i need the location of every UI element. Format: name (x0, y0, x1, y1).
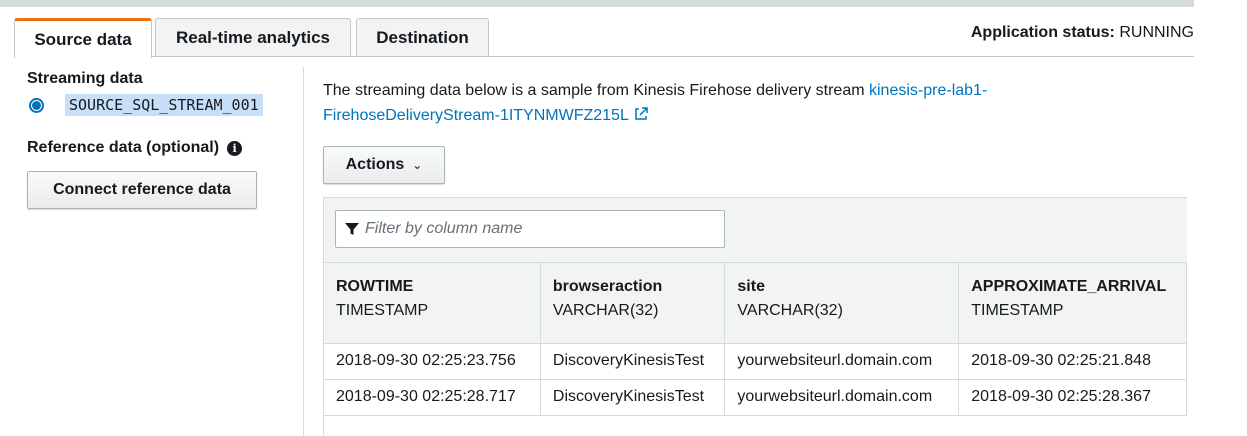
table-cell: 2018-09-30 02:25:21.848 (958, 343, 1187, 380)
reference-data-row: Reference data (optional) i (27, 139, 297, 157)
table-cell: yourwebsiteurl.domain.com (724, 379, 960, 416)
description-text: The streaming data below is a sample fro… (323, 82, 869, 99)
data-table: ROWTIME TIMESTAMP browseraction VARCHAR(32… (324, 263, 1187, 416)
application-status-label: Application status: (970, 24, 1115, 41)
column-header[interactable]: APPROXIMATE_ARRIVAL TIMESTAMP (958, 263, 1187, 344)
stream-description: The streaming data below is a sample fro… (323, 78, 1143, 128)
table-cell: 2018-09-30 02:25:28.367 (958, 379, 1187, 416)
application-status: Application status: RUNNING (971, 24, 1194, 42)
table-cell: DiscoveryKinesisTest (540, 379, 726, 416)
streaming-data-title: Streaming data (27, 70, 143, 87)
table-cell: 2018-09-30 02:25:28.717 (324, 379, 541, 416)
actions-button[interactable]: Actions ⌄ (323, 146, 445, 184)
stream-radio[interactable] (29, 97, 44, 113)
table-row: 2018-09-30 02:25:23.756 DiscoveryKinesis… (324, 343, 1187, 380)
left-panel: Streaming data SOURCE_SQL_STREAM_001 Ref… (27, 70, 297, 209)
chevron-down-icon: ⌄ (412, 158, 423, 172)
filter-icon (345, 223, 359, 235)
reference-data-title: Reference data (optional) (27, 139, 220, 156)
filter-input[interactable]: Filter by column name (335, 210, 725, 248)
application-status-value: RUNNING (1119, 24, 1194, 41)
top-bar (0, 0, 1194, 7)
actions-label: Actions (345, 156, 405, 173)
stream-name: SOURCE_SQL_STREAM_001 (65, 94, 263, 116)
column-header[interactable]: browseraction VARCHAR(32) (540, 263, 726, 344)
tab-source-data[interactable]: Source data (14, 18, 152, 58)
table-cell: DiscoveryKinesisTest (540, 343, 726, 380)
table-cell: yourwebsiteurl.domain.com (724, 343, 960, 380)
info-icon[interactable]: i (227, 140, 243, 156)
external-link-icon[interactable] (633, 106, 649, 122)
data-table-container: Filter by column name ROWTIME TIMESTAMP b… (323, 197, 1187, 436)
tab-divider (14, 56, 1194, 57)
filter-bar: Filter by column name (324, 198, 1187, 263)
tab-real-time-analytics[interactable]: Real-time analytics (155, 18, 351, 57)
column-header[interactable]: site VARCHAR(32) (724, 263, 960, 344)
panel-divider (303, 67, 304, 436)
tab-destination[interactable]: Destination (356, 18, 489, 57)
stream-option[interactable]: SOURCE_SQL_STREAM_001 (27, 94, 297, 116)
filter-placeholder: Filter by column name (365, 220, 523, 237)
connect-reference-data-button[interactable]: Connect reference data (27, 171, 257, 209)
table-cell: 2018-09-30 02:25:23.756 (324, 343, 541, 380)
table-row: 2018-09-30 02:25:28.717 DiscoveryKinesis… (324, 379, 1187, 416)
table-header-row: ROWTIME TIMESTAMP browseraction VARCHAR(32… (324, 263, 1187, 344)
column-header[interactable]: ROWTIME TIMESTAMP (324, 263, 541, 344)
